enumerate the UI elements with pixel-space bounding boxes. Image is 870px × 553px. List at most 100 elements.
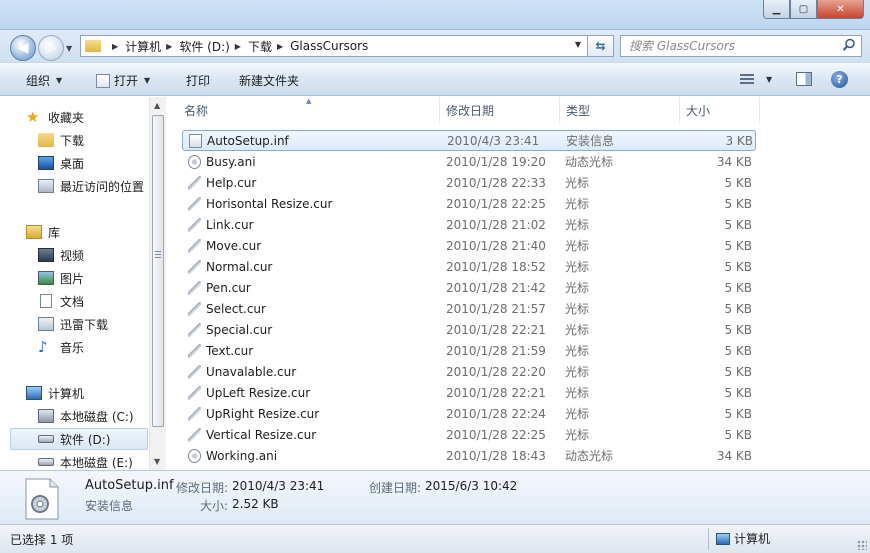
nav-item-music[interactable]: ♪ 音乐 — [38, 336, 166, 358]
file-row[interactable]: Working.ani 2010/1/28 18:43 动态光标 34 KB — [182, 445, 756, 466]
file-name: UpLeft Resize.cur — [206, 385, 311, 400]
system-drive-icon — [38, 409, 54, 423]
scroll-down-icon[interactable]: ▼ — [154, 457, 160, 466]
view-details-icon[interactable] — [740, 74, 754, 86]
refresh-icon: ⇆ — [595, 39, 606, 53]
file-row[interactable]: Link.cur 2010/1/28 21:02 光标 5 KB — [182, 214, 756, 235]
nav-item-documents[interactable]: 文档 — [38, 290, 166, 312]
animated-cursor-icon — [188, 448, 201, 463]
search-icon[interactable] — [842, 38, 856, 52]
forward-button[interactable]: ▶ — [38, 35, 64, 61]
view-options-dropdown[interactable]: ▼ — [766, 75, 772, 84]
resize-grip[interactable] — [857, 540, 867, 550]
nav-item-drive-d[interactable]: 软件 (D:) — [10, 428, 148, 450]
file-size: 5 KB — [724, 301, 752, 316]
file-row[interactable]: UpRight Resize.cur 2010/1/28 22:24 光标 5 KB — [182, 403, 756, 424]
file-row[interactable]: Normal.cur 2010/1/28 18:52 光标 5 KB — [182, 256, 756, 277]
close-button[interactable]: ✕ — [817, 0, 864, 19]
file-row[interactable]: Select.cur 2010/1/28 21:57 光标 5 KB — [182, 298, 756, 319]
breadcrumb-downloads[interactable]: 下载 — [248, 38, 272, 55]
breadcrumb-computer[interactable]: 计算机 — [125, 38, 161, 55]
file-row[interactable]: AutoSetup.inf 2010/4/3 23:41 安装信息 3 KB — [182, 130, 756, 151]
file-size: 5 KB — [724, 322, 752, 337]
file-row[interactable]: Unavalable.cur 2010/1/28 22:20 光标 5 KB — [182, 361, 756, 382]
nav-item-label: 软件 (D:) — [60, 432, 111, 447]
chevron-right-icon[interactable]: ▶ — [112, 42, 118, 51]
file-row[interactable]: Move.cur 2010/1/28 21:40 光标 5 KB — [182, 235, 756, 256]
details-created-value: 2015/6/3 10:42 — [425, 479, 518, 493]
nav-item-pictures[interactable]: 图片 — [38, 267, 166, 289]
chevron-right-icon[interactable]: ▶ — [235, 42, 241, 51]
file-modified-date: 2010/1/28 22:20 — [446, 364, 546, 379]
breadcrumb-drive-d[interactable]: 软件 (D:) — [179, 38, 229, 55]
nav-item-thunder-downloads[interactable]: 迅雷下载 — [38, 313, 166, 335]
breadcrumb-glasscursors[interactable]: GlassCursors — [290, 39, 368, 53]
print-button[interactable]: 打印 — [186, 72, 210, 89]
file-row[interactable]: Horisontal Resize.cur 2010/1/28 22:25 光标 5 … — [182, 193, 756, 214]
navigation-pane-scrollbar[interactable]: ▲ ▼ — [149, 97, 166, 470]
file-modified-date: 2010/1/28 22:25 — [446, 196, 546, 211]
nav-item-label: 最近访问的位置 — [60, 179, 145, 194]
column-header-type[interactable]: 类型 — [560, 97, 680, 123]
file-row[interactable]: UpLeft Resize.cur 2010/1/28 22:21 光标 5 KB — [182, 382, 756, 403]
file-row[interactable]: Busy.ani 2010/1/28 19:20 动态光标 34 KB — [182, 151, 756, 172]
organize-button[interactable]: 组织 ▼ — [26, 72, 62, 89]
nav-computer[interactable]: 计算机 — [26, 382, 166, 404]
nav-item-drive-c[interactable]: 本地磁盘 (C:) — [38, 405, 166, 427]
nav-item-drive-e[interactable]: 本地磁盘 (E:) — [38, 451, 166, 470]
file-row[interactable]: Vertical Resize.cur 2010/1/28 22:25 光标 5 KB — [182, 424, 756, 445]
recent-places-icon — [38, 179, 54, 193]
column-header-date[interactable]: 修改日期 — [440, 97, 560, 123]
print-label: 打印 — [186, 74, 211, 88]
open-label: 打开 — [114, 74, 139, 88]
title-bar[interactable]: ▁ ▢ ✕ — [0, 0, 870, 30]
nav-computer-label: 计算机 — [48, 386, 85, 401]
file-modified-date: 2010/1/28 18:52 — [446, 259, 546, 274]
chevron-down-icon: ▼ — [144, 76, 151, 85]
file-type: 光标 — [565, 218, 590, 232]
nav-favorites[interactable]: ★ 收藏夹 — [26, 106, 166, 128]
file-modified-date: 2010/1/28 22:33 — [446, 175, 546, 190]
file-row[interactable]: Text.cur 2010/1/28 21:59 光标 5 KB — [182, 340, 756, 361]
recent-pages-dropdown[interactable]: ▼ — [66, 44, 72, 53]
help-icon[interactable]: ? — [831, 71, 848, 88]
file-row[interactable]: Help.cur 2010/1/28 22:33 光标 5 KB — [182, 172, 756, 193]
open-button[interactable]: 打开 ▼ — [96, 72, 150, 89]
cursor-file-icon — [188, 364, 201, 379]
chevron-down-icon: ▼ — [56, 76, 63, 85]
file-row[interactable]: Pen.cur 2010/1/28 21:42 光标 5 KB — [182, 277, 756, 298]
file-name: Vertical Resize.cur — [206, 427, 317, 442]
chevron-right-icon[interactable]: ▶ — [277, 42, 283, 51]
cursor-file-icon — [188, 280, 201, 295]
back-button[interactable]: ◀ — [10, 35, 36, 61]
new-folder-button[interactable]: 新建文件夹 — [239, 72, 299, 89]
refresh-button[interactable]: ⇆ — [588, 35, 614, 57]
file-type: 光标 — [565, 365, 590, 379]
minimize-button[interactable]: ▁ — [763, 0, 790, 19]
search-input[interactable] — [621, 36, 831, 56]
document-library-icon — [40, 294, 52, 308]
address-history-dropdown[interactable]: ▼ — [575, 40, 581, 49]
preview-pane-icon[interactable] — [796, 72, 812, 86]
status-divider — [708, 528, 709, 550]
scroll-up-icon[interactable]: ▲ — [154, 101, 160, 110]
star-icon: ★ — [26, 108, 40, 126]
arrow-left-icon: ◀ — [17, 40, 29, 56]
nav-item-desktop[interactable]: 桌面 — [38, 152, 166, 174]
maximize-button[interactable]: ▢ — [790, 0, 817, 19]
file-row[interactable]: Special.cur 2010/1/28 22:21 光标 5 KB — [182, 319, 756, 340]
nav-item-videos[interactable]: 视频 — [38, 244, 166, 266]
chevron-right-icon[interactable]: ▶ — [166, 42, 172, 51]
scrollbar-thumb[interactable] — [152, 115, 164, 427]
computer-icon — [716, 532, 730, 545]
address-bar[interactable]: ▶ 计算机 ▶ 软件 (D:) ▶ 下载 ▶ GlassCursors ▼ — [80, 35, 588, 57]
selection-count: 已选择 1 项 — [10, 533, 74, 547]
file-size: 5 KB — [724, 385, 752, 400]
nav-item-recent[interactable]: 最近访问的位置 — [38, 175, 166, 197]
cursor-file-icon — [188, 259, 201, 274]
search-box[interactable] — [620, 35, 862, 57]
nav-libraries[interactable]: 库 — [26, 221, 166, 243]
nav-item-downloads[interactable]: 下载 — [38, 129, 166, 151]
column-header-name[interactable]: 名称 — [170, 97, 440, 123]
column-header-size[interactable]: 大小 — [680, 97, 760, 123]
